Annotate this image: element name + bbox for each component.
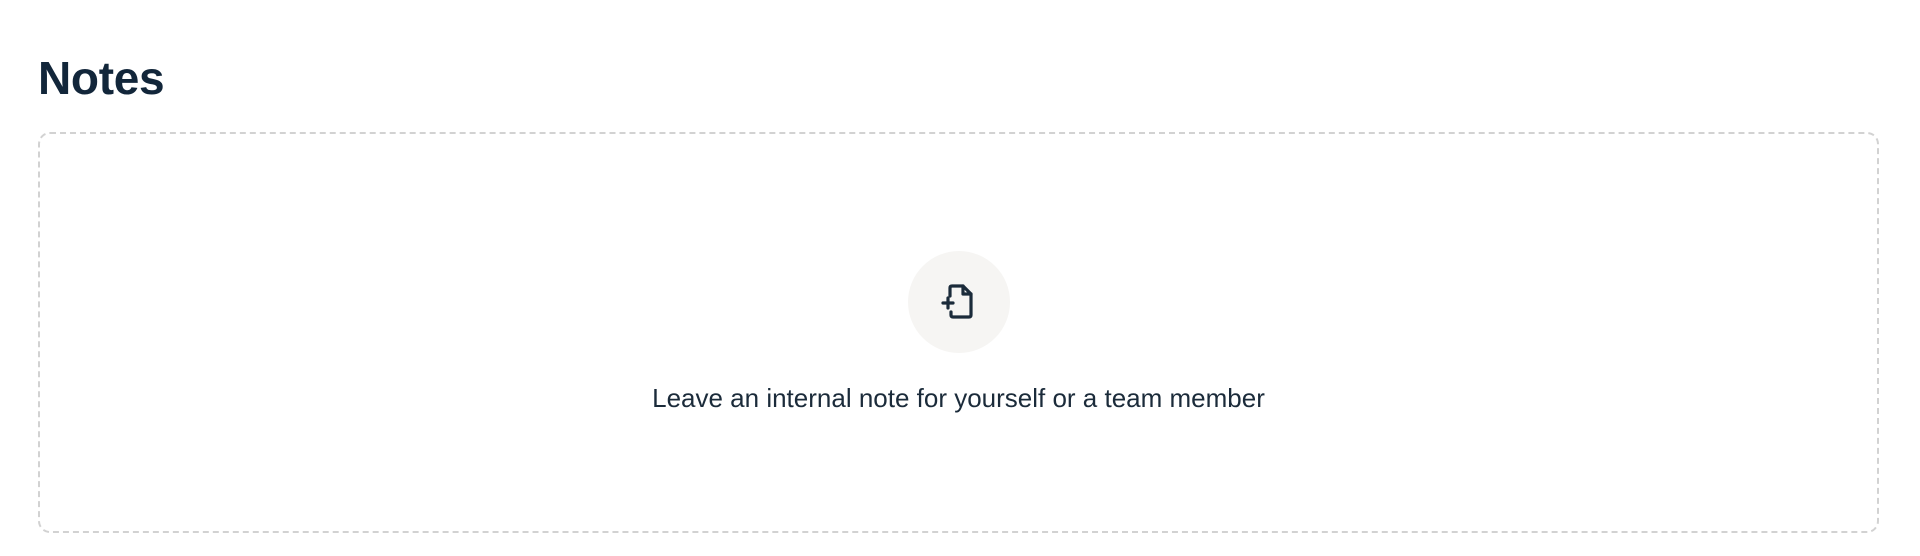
add-note-dropzone[interactable]: Leave an internal note for yourself or a… [38,132,1879,533]
add-note-icon-button[interactable] [907,251,1010,353]
notes-section: Notes Leave an internal note for yoursel… [0,0,1920,556]
file-plus-icon [940,284,973,319]
page-title: Notes [38,52,165,104]
empty-state-message: Leave an internal note for yourself or a… [652,383,1265,413]
